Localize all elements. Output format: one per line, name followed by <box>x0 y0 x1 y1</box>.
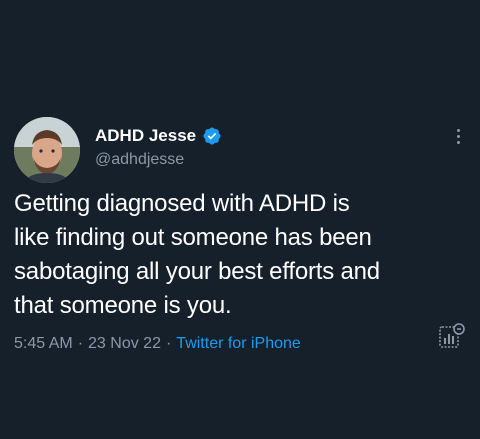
more-options-icon[interactable] <box>451 126 465 146</box>
meta-separator: · <box>165 335 172 352</box>
tweet-source-link[interactable]: Twitter for iPhone <box>176 333 301 355</box>
author-display-name[interactable]: ADHD Jesse <box>95 125 196 147</box>
tweet-date[interactable]: 23 Nov 22 <box>88 333 161 355</box>
more-dot <box>456 128 460 132</box>
more-dot <box>456 134 460 138</box>
tweet-time[interactable]: 5:45 AM <box>14 333 73 355</box>
tweet-card: ADHD Jesse @adhdjesse Getting diagnosed … <box>0 0 480 439</box>
analytics-icon[interactable] <box>437 321 467 351</box>
author-name-row: ADHD Jesse <box>95 125 222 147</box>
verified-badge-icon <box>202 126 222 146</box>
tweet-text-line: sabotaging all your best efforts and <box>14 258 380 285</box>
author-handle[interactable]: @adhdjesse <box>95 150 184 170</box>
tweet-meta: 5:45 AM · 23 Nov 22 · Twitter for iPhone <box>14 333 301 355</box>
more-dot <box>456 140 460 144</box>
avatar[interactable] <box>14 117 80 183</box>
tweet-text: Getting diagnosed with ADHD is like find… <box>14 187 454 323</box>
avatar-image <box>14 117 80 183</box>
meta-separator: · <box>77 335 84 352</box>
tweet-text-line: like finding out someone has been <box>14 224 372 251</box>
tweet-text-line: Getting diagnosed with ADHD is <box>14 190 350 217</box>
tweet-text-line: that someone is you. <box>14 292 232 319</box>
